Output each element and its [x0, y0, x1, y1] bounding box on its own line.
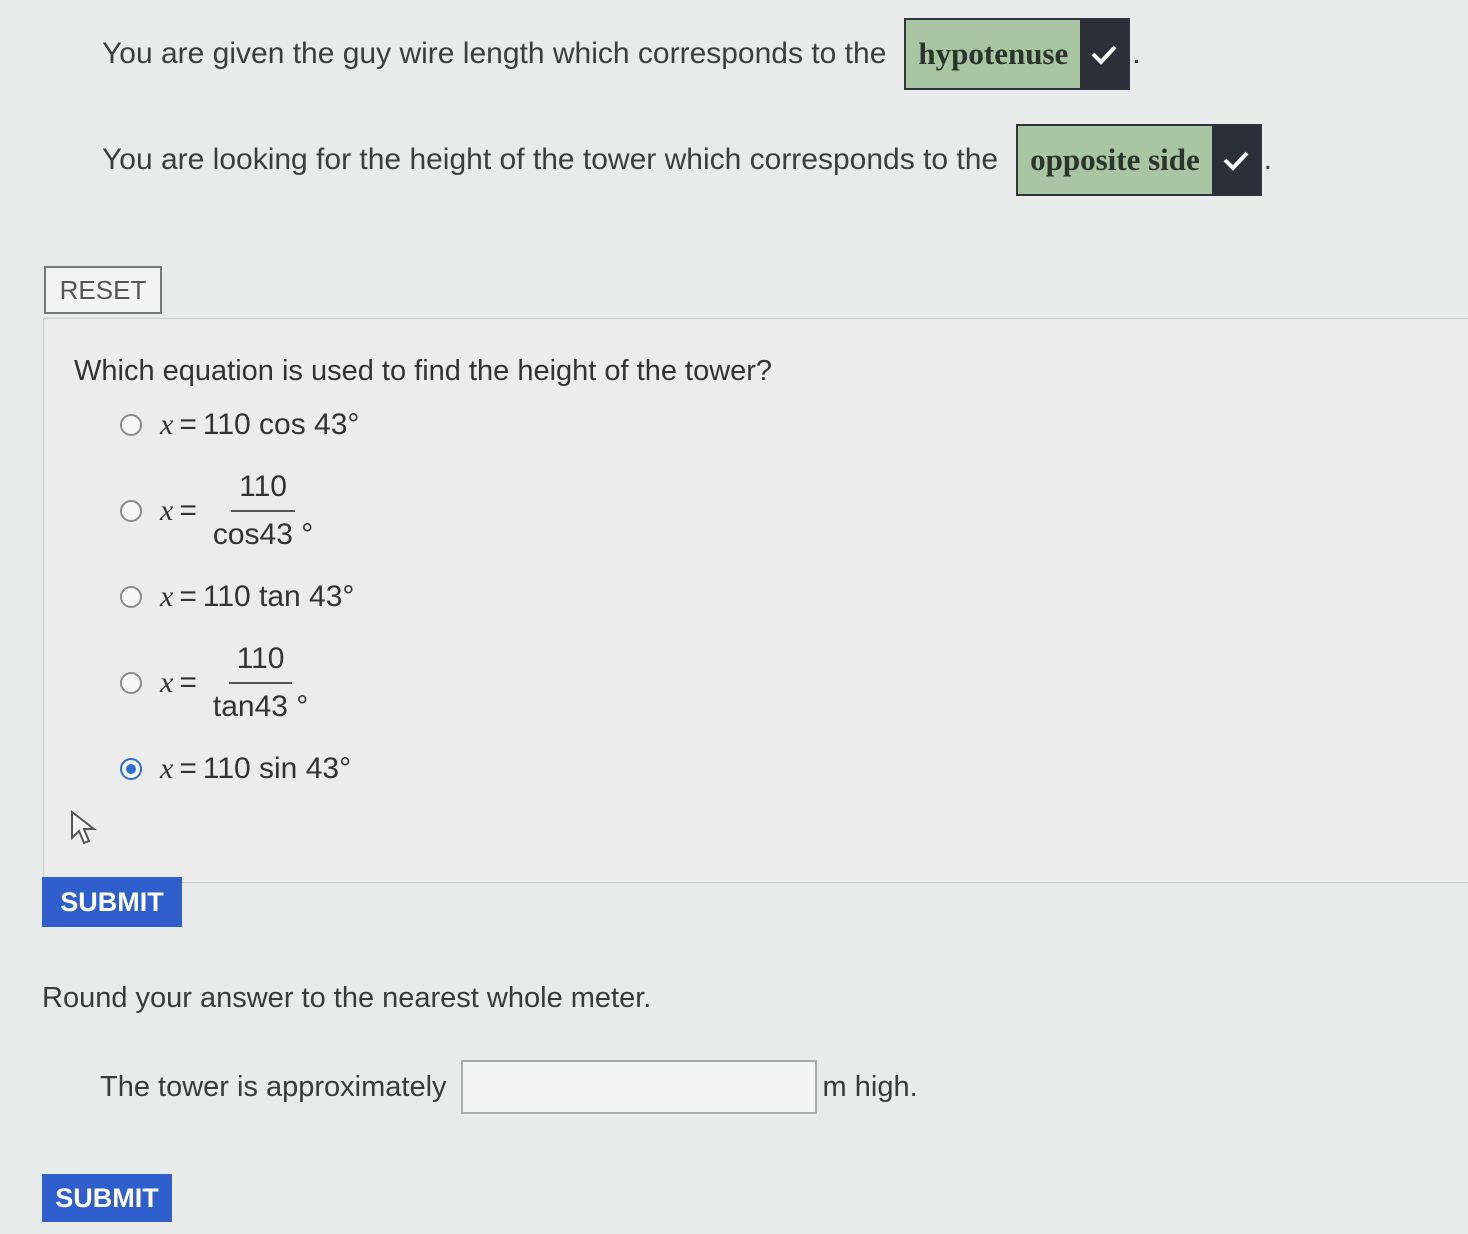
statement-2: You are looking for the height of the to… [102, 124, 1272, 196]
option-2-eq: = [179, 494, 197, 527]
radio-option-5[interactable] [120, 758, 142, 780]
check-icon [1080, 20, 1129, 88]
statement-2-end: . [1263, 143, 1273, 176]
statement-2-text: You are looking for the height of the to… [102, 143, 999, 176]
statement-1-end: . [1132, 37, 1141, 70]
option-3-expr: 110 tan 43° [202, 580, 355, 613]
answer-dropdown-1[interactable]: hypotenuse [904, 18, 1131, 90]
radio-option-2[interactable] [120, 500, 142, 522]
option-4-eq: = [179, 666, 197, 699]
tower-prefix: The tower is approximately [100, 1070, 447, 1103]
option-2-var: x [160, 494, 174, 527]
option-4-numerator: 110 [228, 642, 293, 684]
tower-suffix: m high. [822, 1070, 918, 1103]
option-2-numerator: 110 [231, 470, 295, 512]
option-5-eq: = [179, 752, 197, 785]
option-3[interactable]: x = 110 tan 43° [120, 580, 354, 614]
check-icon [1211, 126, 1260, 194]
option-3-var: x [160, 580, 174, 613]
mouse-cursor-icon [71, 810, 97, 845]
tower-height-input[interactable] [460, 1060, 817, 1114]
answer-1-value: hypotenuse [918, 36, 1069, 71]
submit-button-2[interactable]: SUBMIT [42, 1174, 172, 1222]
option-1-expr: 110 cos 43° [202, 408, 360, 441]
reset-button[interactable]: RESET [44, 266, 162, 314]
option-2-denominator: cos43 ° [212, 518, 314, 551]
option-4-var: x [160, 666, 174, 699]
option-2-fraction: 110 cos43 ° [213, 470, 313, 552]
submit-button-1[interactable]: SUBMIT [42, 877, 182, 927]
radio-option-4[interactable] [120, 672, 142, 694]
option-5-var: x [160, 752, 174, 785]
option-1-eq: = [179, 408, 197, 441]
question-text: Which equation is used to find the heigh… [74, 355, 773, 387]
option-5-expr: 110 sin 43° [202, 752, 352, 785]
tower-answer-row: The tower is approximately m high. [100, 1060, 918, 1114]
option-3-eq: = [179, 580, 197, 613]
radio-option-1[interactable] [120, 414, 142, 436]
round-instruction: Round your answer to the nearest whole m… [42, 982, 652, 1014]
statement-1: You are given the guy wire length which … [102, 18, 1141, 90]
option-1-var: x [160, 408, 174, 441]
answer-2-value: opposite side [1030, 142, 1200, 177]
option-4[interactable]: x = 110 tan43 ° [120, 642, 308, 724]
option-5[interactable]: x = 110 sin 43° [120, 752, 351, 786]
option-2[interactable]: x = 110 cos43 ° [120, 470, 313, 552]
option-4-fraction: 110 tan43 ° [213, 642, 308, 724]
statement-1-text: You are given the guy wire length which … [102, 37, 887, 70]
option-4-denominator: tan43 ° [212, 690, 309, 723]
answer-dropdown-2[interactable]: opposite side [1016, 124, 1262, 196]
radio-option-3[interactable] [120, 586, 142, 608]
option-1[interactable]: x = 110 cos 43° [120, 408, 359, 442]
